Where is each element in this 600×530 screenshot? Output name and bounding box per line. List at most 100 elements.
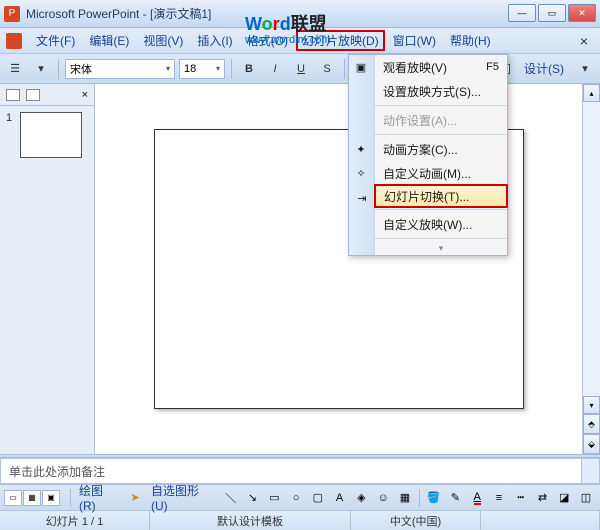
line-style-icon[interactable]: ≡ [489,488,509,508]
oval-icon[interactable]: ○ [286,488,306,508]
menu-label: 动作设置(A)... [383,112,457,129]
drawing-toolbar: ▭ ▦ ▣ 绘图(R) ➤ 自选图形(U) ＼ ↘ ▭ ○ ▢ A ◈ ☺ ▦ … [0,484,600,510]
menu-view[interactable]: 视图(V) [137,30,189,51]
animation-icon: ✦ [353,141,369,157]
textbox-icon[interactable]: ▢ [308,488,328,508]
wordart-icon[interactable]: A [330,488,350,508]
menu-separator [375,238,507,239]
clipart-icon[interactable]: ☺ [373,488,393,508]
dropdown-arrow-icon[interactable]: ▾ [30,58,52,80]
font-size: 18 [184,63,196,75]
notes-scrollbar[interactable] [581,459,599,483]
menu-help[interactable]: 帮助(H) [444,30,497,51]
chevron-down-icon: ▾ [216,64,220,73]
outline-tab-icon[interactable] [26,89,40,101]
main-area: × 1 ▴ ▾ ⬘ ⬙ [0,84,600,454]
fill-color-icon[interactable]: 🪣 [424,488,444,508]
draw-menu[interactable]: 绘图(R) [75,482,123,513]
diagram-icon[interactable]: ◈ [351,488,371,508]
italic-button[interactable]: I [264,58,286,80]
line-icon[interactable]: ＼ [221,488,241,508]
status-bar: 幻灯片 1 / 1 默认设计模板 中文(中国) [0,510,600,530]
menu-action-settings: 动作设置(A)... [375,108,507,132]
arrow-style-icon[interactable]: ⇄ [533,488,553,508]
custom-anim-icon: ✧ [353,165,369,181]
font-selector[interactable]: 宋体 ▾ [65,59,175,79]
outline-icon[interactable]: ☰ [4,58,26,80]
font-size-selector[interactable]: 18 ▾ [179,59,225,79]
notes-pane[interactable]: 单击此处添加备注 [0,458,600,484]
slideshow-view-button[interactable]: ▣ [42,490,60,506]
next-slide-button[interactable]: ⬙ [583,434,600,454]
menu-bar: 文件(F) 编辑(E) 视图(V) 插入(I) 格式(O) 幻灯片放映(D) 窗… [0,28,600,54]
normal-view-button[interactable]: ▭ [4,490,22,506]
scroll-down-icon[interactable]: ▾ [583,396,600,414]
slide-editor[interactable] [95,84,582,454]
chevron-down-icon: ▾ [439,243,444,254]
3d-style-icon[interactable]: ◫ [576,488,596,508]
slide-panel: × 1 [0,84,95,454]
slide-thumbnail[interactable] [20,112,82,158]
dash-style-icon[interactable]: ┅ [511,488,531,508]
menu-custom-animation[interactable]: ✧ 自定义动画(M)... [375,161,507,185]
close-button[interactable]: ✕ [568,4,596,22]
arrow-icon[interactable]: ↘ [243,488,263,508]
panel-close-icon[interactable]: × [82,89,88,101]
minimize-button[interactable]: — [508,4,536,22]
underline-button[interactable]: U [290,58,312,80]
thumbnail-number: 1 [6,112,12,124]
menu-separator [375,105,507,106]
menu-edit[interactable]: 编辑(E) [83,30,135,51]
transition-icon: ⇥ [354,190,370,206]
menu-expand[interactable]: ▾ [375,241,507,255]
separator [58,59,59,79]
separator [419,489,420,507]
menu-label: 自定义放映(W)... [383,216,472,233]
sorter-view-button[interactable]: ▦ [23,490,41,506]
slides-tab-icon[interactable] [6,89,20,101]
thumbnail-list: 1 [0,106,94,169]
notes-placeholder[interactable]: 单击此处添加备注 [1,459,581,483]
design-button[interactable]: 设计(S) [518,58,570,79]
menu-slide-transition[interactable]: ⇥ 幻灯片切换(T)... [374,184,508,208]
app-menu-icon[interactable] [6,33,22,49]
doc-close-button[interactable]: × [574,33,594,49]
menu-format[interactable]: 格式(O) [241,30,294,51]
formatting-toolbar: ☰ ▾ 宋体 ▾ 18 ▾ B I U S ≡ 设计(S) ▾ [0,54,600,84]
font-name: 宋体 [70,61,92,77]
picture-icon[interactable]: ▦ [395,488,415,508]
scroll-up-icon[interactable]: ▴ [583,84,600,102]
rectangle-icon[interactable]: ▭ [264,488,284,508]
menu-custom-shows[interactable]: 自定义放映(W)... [375,212,507,236]
template-name: 默认设计模板 [150,511,351,530]
powerpoint-icon: P [4,6,20,22]
menu-label: 设置放映方式(S)... [383,83,481,100]
slide-counter: 幻灯片 1 / 1 [0,511,150,530]
chevron-down-icon: ▾ [166,64,170,73]
font-color-icon[interactable]: A [467,488,487,508]
prev-slide-button[interactable]: ⬘ [583,414,600,434]
menu-label: 自定义动画(M)... [383,165,471,182]
autoshapes-menu[interactable]: 自选图形(U) [147,482,219,513]
shadow-style-icon[interactable]: ◪ [554,488,574,508]
shadow-button[interactable]: S [316,58,338,80]
menu-slideshow[interactable]: 幻灯片放映(D) [296,30,385,51]
maximize-button[interactable]: ▭ [538,4,566,22]
menu-view-show[interactable]: ▣ 观看放映(V) F5 [375,55,507,79]
menu-file[interactable]: 文件(F) [30,30,81,51]
toolbar-overflow-icon[interactable]: ▾ [574,58,596,80]
menu-animation-schemes[interactable]: ✦ 动画方案(C)... [375,137,507,161]
select-arrow-icon[interactable]: ➤ [125,488,145,508]
shortcut-label: F5 [486,61,499,73]
menu-separator [375,134,507,135]
bold-button[interactable]: B [238,58,260,80]
line-color-icon[interactable]: ✎ [446,488,466,508]
menu-setup-show[interactable]: 设置放映方式(S)... [375,79,507,103]
scroll-track[interactable] [583,102,600,396]
vertical-scrollbar[interactable]: ▴ ▾ ⬘ ⬙ [582,84,600,454]
menu-insert[interactable]: 插入(I) [191,30,238,51]
menu-window[interactable]: 窗口(W) [387,30,442,51]
play-icon: ▣ [353,59,369,75]
separator [344,59,345,79]
separator [70,489,71,507]
